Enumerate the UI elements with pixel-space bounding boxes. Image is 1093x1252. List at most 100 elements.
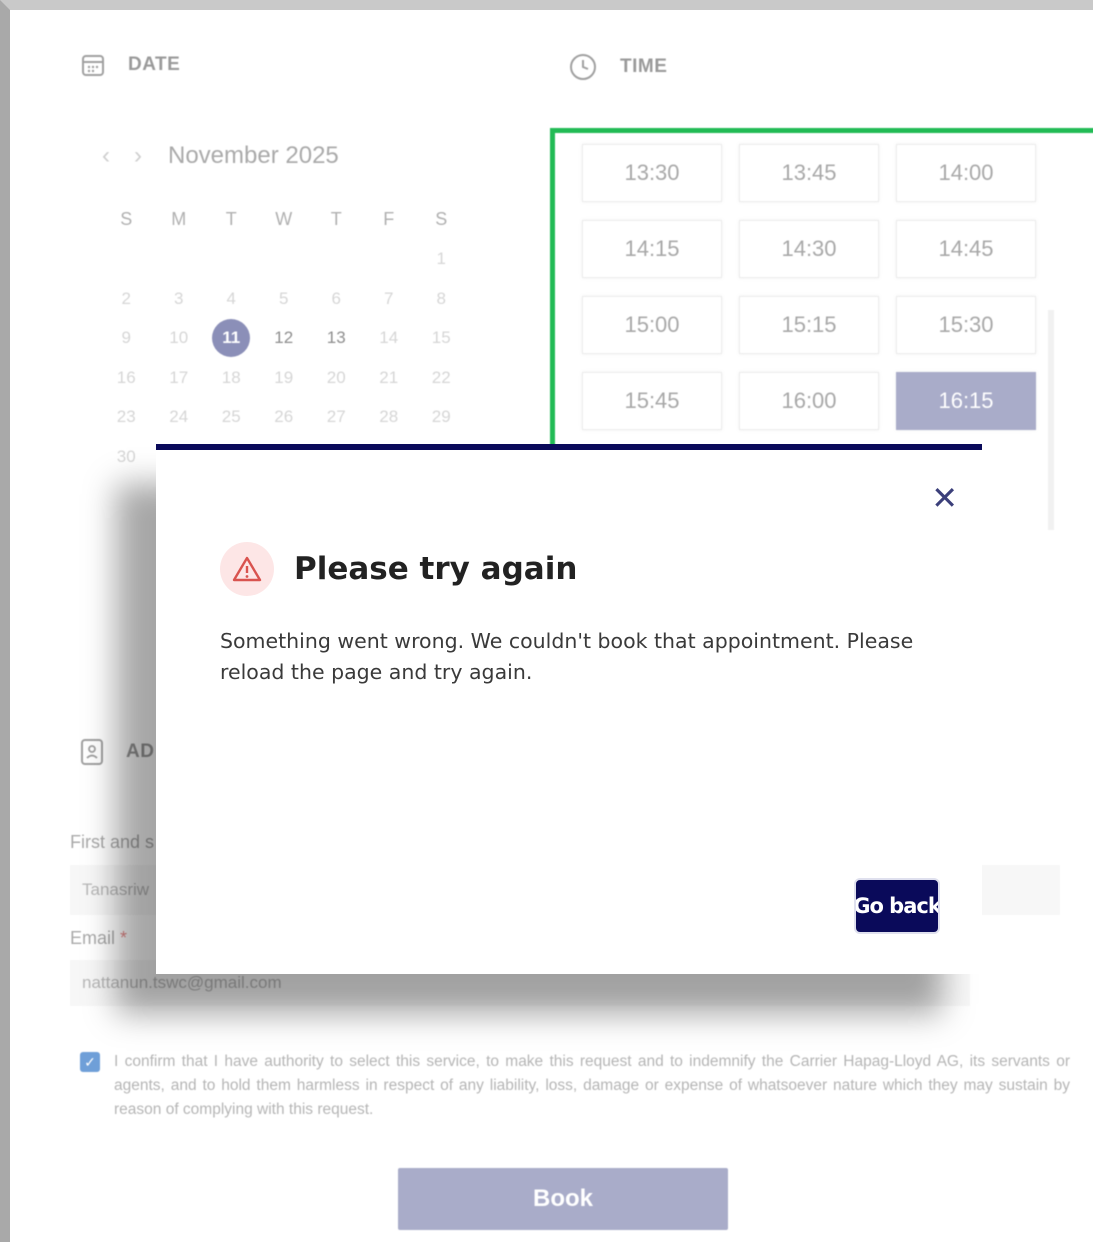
calendar-day-number: 28 xyxy=(379,407,399,427)
warning-icon xyxy=(220,542,274,596)
calendar-day: 7 xyxy=(363,289,416,309)
time-slot[interactable]: 14:30 xyxy=(739,220,879,278)
calendar-day: 17 xyxy=(153,368,206,388)
calendar-day: 6 xyxy=(310,289,363,309)
time-slot[interactable]: 15:15 xyxy=(739,296,879,354)
consent-text: I confirm that I have authority to selec… xyxy=(114,1053,1070,1118)
time-slot[interactable]: 14:15 xyxy=(582,220,722,278)
time-slot[interactable]: 16:00 xyxy=(739,372,879,430)
calendar-day-number: 23 xyxy=(116,407,136,427)
calendar-day: 5 xyxy=(258,289,311,309)
calendar-day-number: 1 xyxy=(436,249,446,269)
calendar-week-row: 2 3 4 5 6 7 8 xyxy=(100,279,460,319)
clock-icon xyxy=(568,52,598,82)
calendar-day: 14 xyxy=(363,328,416,348)
email-label-text: Email xyxy=(70,928,116,948)
calendar-day-number: 12 xyxy=(274,328,294,348)
time-slot-scrollbar[interactable] xyxy=(1048,310,1054,530)
consent-checkbox[interactable]: ✓ xyxy=(80,1052,100,1072)
calendar-day[interactable]: 13 xyxy=(310,328,363,348)
calendar-day: 30 xyxy=(100,447,153,467)
calendar-week-row: 23 24 25 26 27 28 29 xyxy=(100,398,460,438)
calendar-day-number: 9 xyxy=(121,328,131,348)
time-slot-selected[interactable]: 16:15 xyxy=(896,372,1036,430)
calendar-icon xyxy=(80,52,106,78)
attendee-section-title: AD xyxy=(126,741,155,762)
calendar-day-number: 10 xyxy=(169,328,189,348)
calendar-day: 9 xyxy=(100,328,153,348)
close-icon[interactable]: ✕ xyxy=(931,482,958,514)
consent-row: ✓ I confirm that I have authority to sel… xyxy=(80,1050,1070,1122)
calendar-day-number: 24 xyxy=(169,407,189,427)
calendar-day: 1 xyxy=(415,249,468,269)
dialog-message: Something went wrong. We couldn't book t… xyxy=(220,629,914,684)
calendar-day: 20 xyxy=(310,368,363,388)
next-month-icon[interactable]: › xyxy=(134,142,142,170)
weekday-label: F xyxy=(383,209,395,230)
dialog-title: Please try again xyxy=(294,551,578,587)
weekday-label: W xyxy=(275,209,293,230)
time-slot[interactable]: 14:00 xyxy=(896,144,1036,202)
calendar-day: 2 xyxy=(100,289,153,309)
date-section-title: DATE xyxy=(128,54,181,75)
calendar-day: 8 xyxy=(415,289,468,309)
time-slot[interactable]: 13:45 xyxy=(739,144,879,202)
calendar-grid: S M T W T F S 1 2 3 4 5 6 7 8 9 10 11 12 13 14 15 16 17 18 19 20 21… xyxy=(100,200,460,477)
calendar-day[interactable]: 12 xyxy=(258,328,311,348)
app-window: DATE TIME ‹ › November 2025 SMTWTFS12345… xyxy=(0,0,1093,1242)
calendar-day: 28 xyxy=(363,407,416,427)
calendar-day-number: 3 xyxy=(174,288,184,308)
calendar-day: 16 xyxy=(100,368,153,388)
month-label: November 2025 xyxy=(168,142,339,169)
calendar-day-number: 5 xyxy=(279,288,289,308)
calendar-day: 18 xyxy=(205,368,258,388)
calendar-day-number: 30 xyxy=(116,446,136,466)
time-slot[interactable]: 14:45 xyxy=(896,220,1036,278)
time-section-title: TIME xyxy=(620,56,668,77)
time-slot[interactable]: 15:00 xyxy=(582,296,722,354)
calendar-day-number: 6 xyxy=(331,288,341,308)
calendar-day: 24 xyxy=(153,407,206,427)
calendar-week-row: 1 xyxy=(100,240,460,280)
calendar-day-number: 13 xyxy=(326,328,346,348)
attendee-section-header: AD xyxy=(80,738,154,766)
calendar-day: 10 xyxy=(153,328,206,348)
calendar-day-selected[interactable]: 11 xyxy=(205,319,258,358)
date-section-header: DATE xyxy=(80,52,180,78)
go-back-button[interactable]: Go back xyxy=(854,878,940,934)
calendar-day-number: 7 xyxy=(384,288,394,308)
calendar-day: 26 xyxy=(258,407,311,427)
month-navigation: ‹ › November 2025 xyxy=(102,142,339,170)
calendar-day: 3 xyxy=(153,289,206,309)
calendar-day-number: 21 xyxy=(379,367,399,387)
calendar-day: 23 xyxy=(100,407,153,427)
calendar-day-number: 19 xyxy=(274,367,294,387)
book-button[interactable]: Book xyxy=(398,1168,728,1230)
weekday-label: T xyxy=(225,209,237,230)
contact-card-icon xyxy=(80,738,104,766)
previous-month-icon[interactable]: ‹ xyxy=(102,142,110,170)
calendar-day-number: 25 xyxy=(221,407,241,427)
calendar-day-number: 4 xyxy=(226,288,236,308)
time-slot[interactable]: 13:30 xyxy=(582,144,722,202)
calendar-day: 19 xyxy=(258,368,311,388)
calendar-week-row: 16 17 18 19 20 21 22 xyxy=(100,358,460,398)
weekday-label: T xyxy=(330,209,342,230)
calendar-day-number: 2 xyxy=(121,288,131,308)
calendar-day-number: 11 xyxy=(212,319,251,358)
dialog-header: Please try again xyxy=(220,542,577,596)
calendar-day: 29 xyxy=(415,407,468,427)
calendar-day-number: 15 xyxy=(431,328,451,348)
weekday-header-row: SMTWTFS xyxy=(100,200,460,240)
name-label: First and s xyxy=(70,832,155,852)
calendar-day: 25 xyxy=(205,407,258,427)
time-slot[interactable]: 15:30 xyxy=(896,296,1036,354)
required-marker: * xyxy=(120,928,128,948)
time-slot[interactable]: 15:45 xyxy=(582,372,722,430)
calendar-day-number: 27 xyxy=(326,407,346,427)
calendar-week-row: 9 10 11 12 13 14 15 xyxy=(100,319,460,359)
calendar-day-number: 14 xyxy=(379,328,399,348)
calendar-day-number: 26 xyxy=(274,407,294,427)
calendar-day: 4 xyxy=(205,289,258,309)
calendar-day: 21 xyxy=(363,368,416,388)
